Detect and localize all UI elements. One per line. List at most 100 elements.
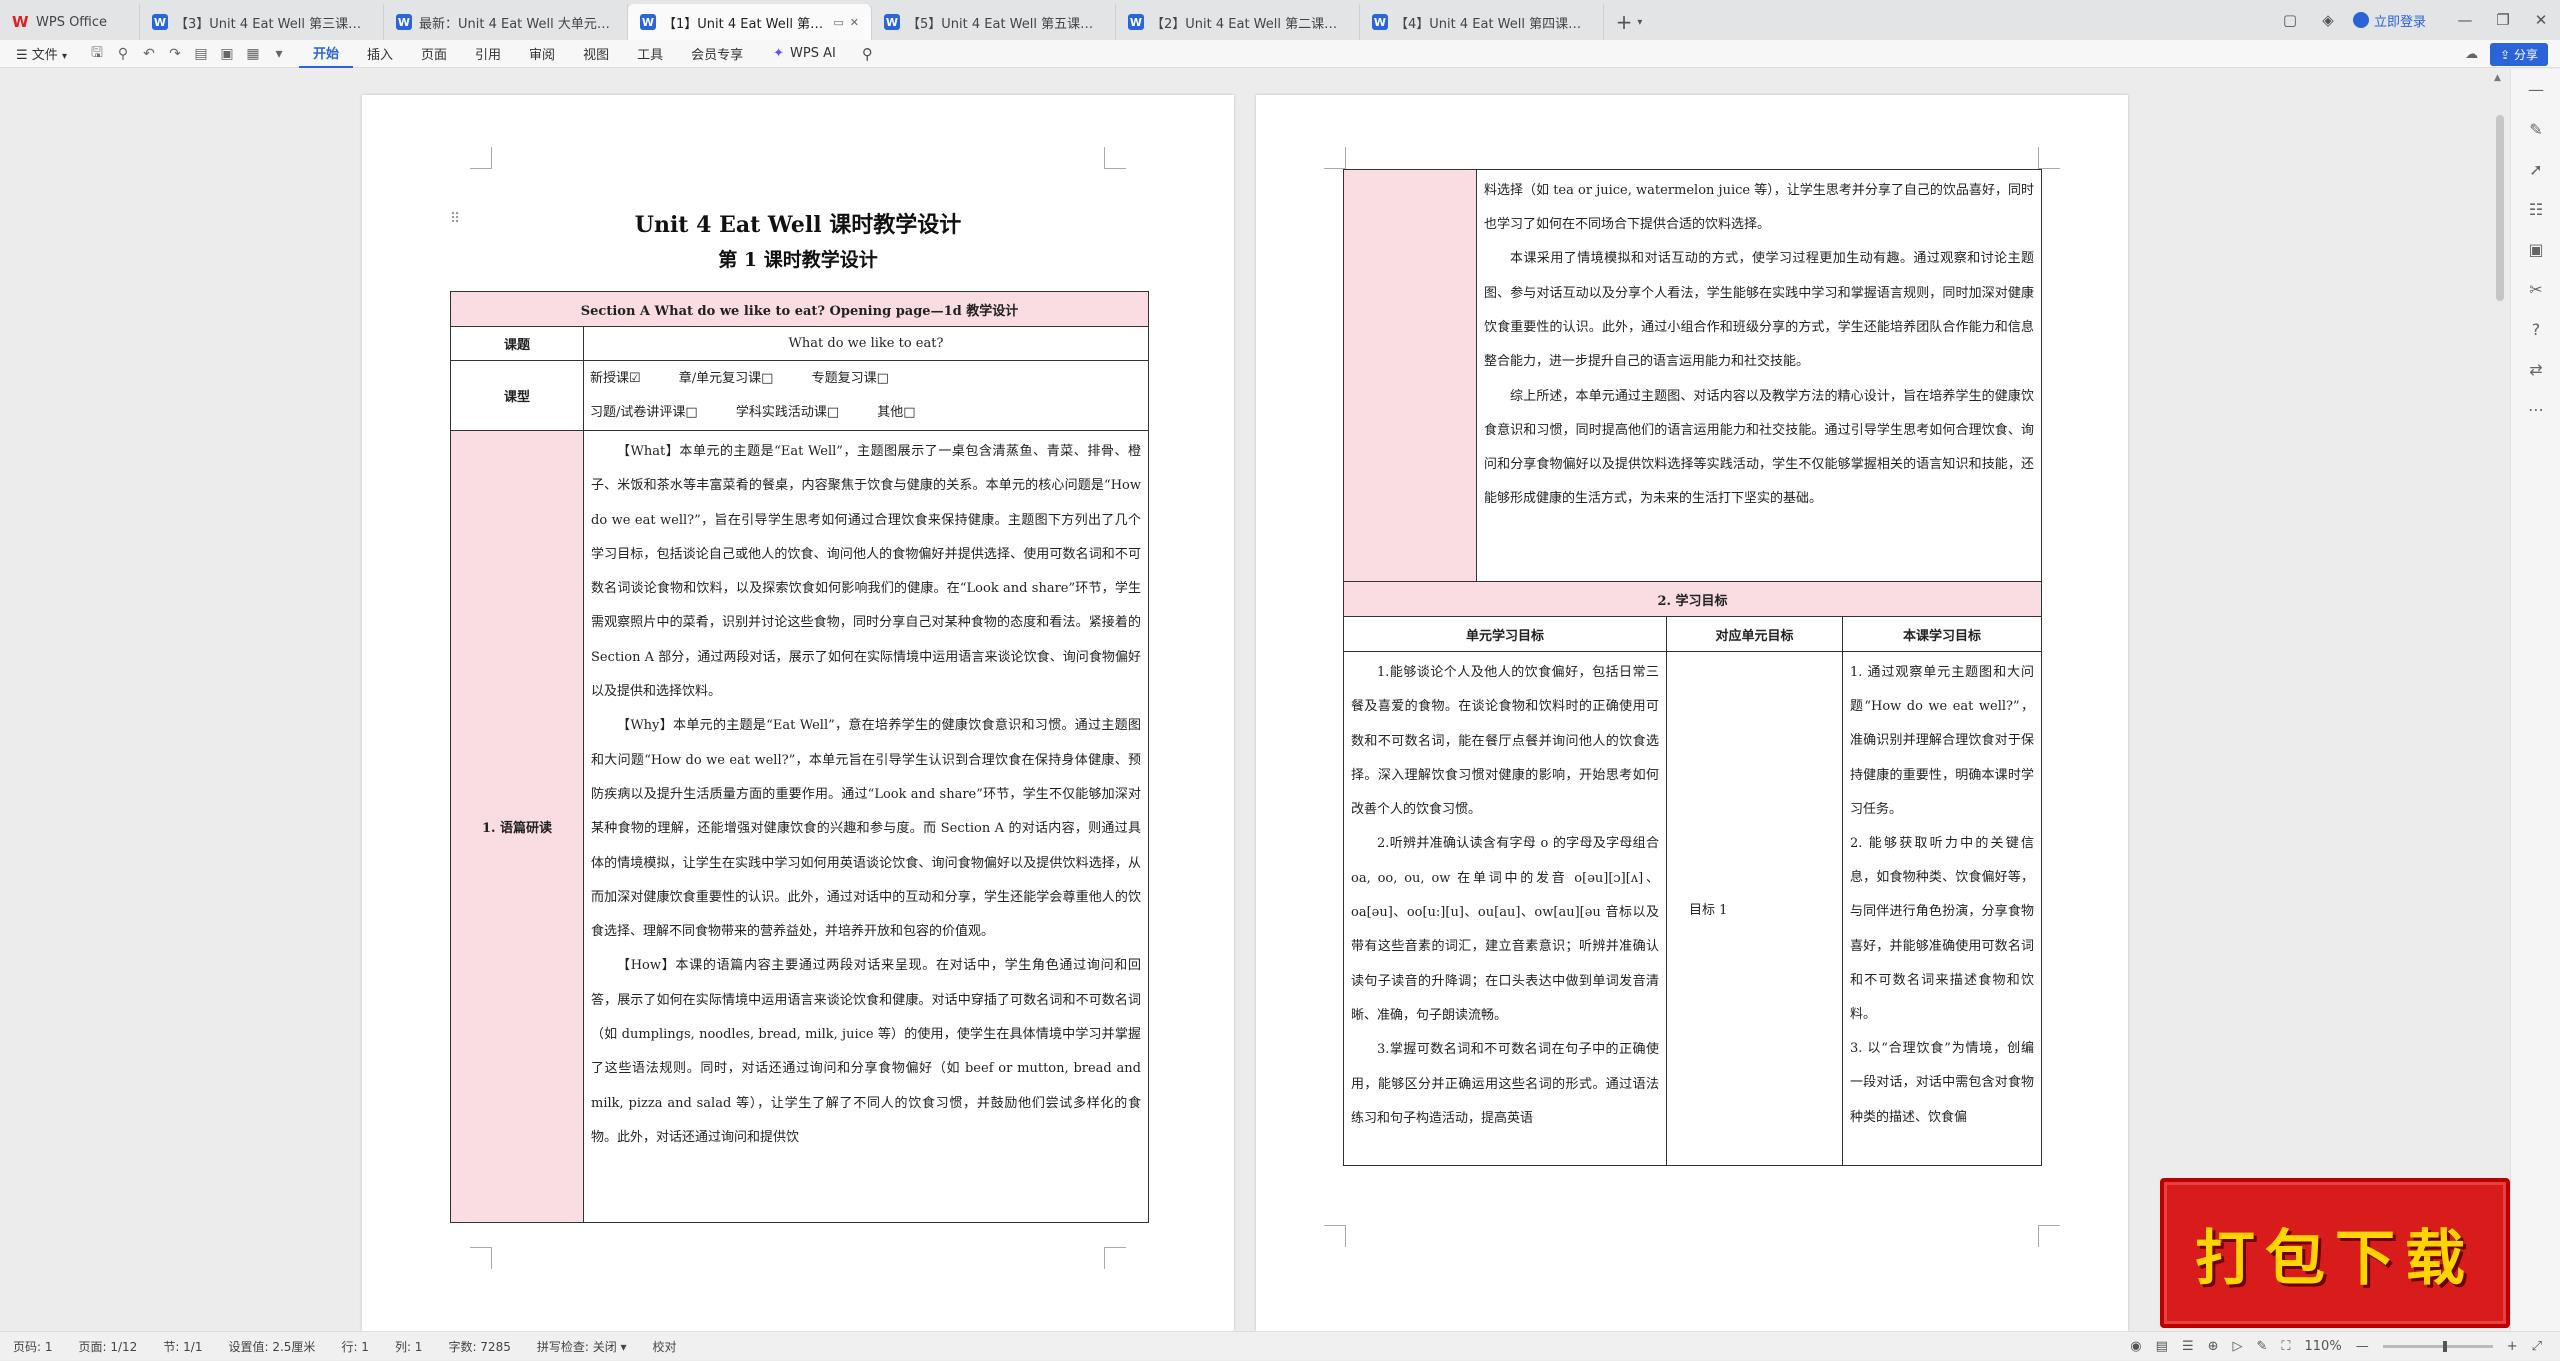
analysis-clip: 料选择（如 tea or juice, watermelon juice 等），… bbox=[1484, 174, 2034, 574]
plus-icon: + bbox=[1615, 10, 1633, 34]
login-label: 立即登录 bbox=[2373, 14, 2426, 30]
tab-document[interactable]: W 【5】Unit 4 Eat Well 第五课时（Se bbox=[872, 4, 1116, 40]
select-cursor-icon[interactable]: ➚ bbox=[2511, 149, 2560, 189]
zoom-level[interactable]: 110% bbox=[2305, 1339, 2342, 1354]
chevron-down-icon: ▾ bbox=[61, 51, 67, 62]
status-page-number[interactable]: 页码: 1 bbox=[0, 1338, 66, 1355]
menu-view[interactable]: 视图 bbox=[569, 40, 623, 68]
view-controls: ◉ ▤ ☰ ⊕ ▷ ✎ ⛶ 110% — + ⤢ bbox=[2130, 1332, 2560, 1361]
tab-document[interactable]: W 【2】Unit 4 Eat Well 第二课时（Se bbox=[1116, 4, 1360, 40]
unit-goal: 1.能够谈论个人及他人的饮食偏好，包括日常三餐及喜爱的食物。在谈论食物和饮料时的… bbox=[1351, 665, 1659, 818]
pdf-export-icon[interactable]: ▣ bbox=[217, 46, 237, 62]
more-options-icon[interactable]: ⋯ bbox=[2511, 389, 2560, 429]
status-row: 行: 1 bbox=[341, 1339, 369, 1354]
cloud-sync-icon[interactable]: ☁ bbox=[2465, 47, 2478, 62]
share-button[interactable]: ⇪ 分享 bbox=[2490, 42, 2548, 66]
tab-document[interactable]: W 【3】Unit 4 Eat Well 第三课时（Gra bbox=[140, 4, 384, 40]
scroll-up-icon[interactable]: ▲ bbox=[2494, 73, 2501, 83]
collapse-icon[interactable]: — bbox=[2511, 69, 2560, 109]
tools-icon[interactable]: ✂ bbox=[2511, 269, 2560, 309]
vertical-scrollbar[interactable]: ▲ ▼ bbox=[2490, 69, 2510, 1331]
tab-wps-home[interactable]: W WPS Office bbox=[0, 4, 140, 40]
menu-member[interactable]: 会员专享 bbox=[677, 40, 757, 68]
type-option[interactable]: 其他□ bbox=[877, 396, 915, 430]
type-option[interactable]: 新授课☑ bbox=[590, 362, 641, 396]
expand-icon[interactable]: ⤢ bbox=[2532, 1339, 2542, 1354]
pen-mode-icon[interactable]: ✎ bbox=[2257, 1339, 2268, 1354]
col-header-mapped-goal: 对应单元目标 bbox=[1666, 616, 1843, 652]
menu-page[interactable]: 页面 bbox=[407, 40, 461, 68]
menu-reference[interactable]: 引用 bbox=[461, 40, 515, 68]
undo-icon[interactable]: ↶ bbox=[139, 46, 159, 62]
more-icon[interactable]: ▾ bbox=[269, 46, 289, 62]
document-page-1[interactable]: ⠿ Unit 4 Eat Well 课时教学设计 第 1 课时教学设计 Sect… bbox=[362, 95, 1234, 1331]
status-section[interactable]: 节: 1/1 bbox=[150, 1338, 215, 1355]
find-icon[interactable]: ⚲ bbox=[113, 46, 133, 62]
wps-ai-button[interactable]: ✦ WPS AI bbox=[757, 46, 852, 61]
cube-icon[interactable]: ◈ bbox=[2309, 0, 2347, 40]
play-icon[interactable]: ▷ bbox=[2233, 1339, 2243, 1354]
print-preview-icon[interactable]: ▤ bbox=[191, 46, 211, 62]
menu-tools[interactable]: 工具 bbox=[623, 40, 677, 68]
pen-icon[interactable]: ✎ bbox=[2511, 109, 2560, 149]
search-icon[interactable]: ⚲ bbox=[852, 45, 883, 63]
page-view-icon[interactable]: ▤ bbox=[2156, 1339, 2168, 1354]
tab-window-icon[interactable]: ▭ bbox=[833, 16, 843, 29]
login-button[interactable]: 立即登录 bbox=[2347, 11, 2446, 30]
window-controls: ▢ ◈ 立即登录 — ❐ ✕ bbox=[2271, 0, 2560, 40]
download-pack-label: 打包下载 bbox=[2195, 1223, 2475, 1294]
save-icon[interactable]: 🖫 bbox=[87, 42, 107, 66]
redo-icon[interactable]: ↷ bbox=[165, 46, 185, 62]
menu-insert[interactable]: 插入 bbox=[353, 40, 407, 68]
zoom-in-icon[interactable]: + bbox=[2507, 1339, 2518, 1354]
margin-marker bbox=[1104, 147, 1126, 169]
status-spell-check[interactable]: 拼写检查: 关闭 ▾ bbox=[524, 1338, 640, 1355]
zoom-slider-knob[interactable] bbox=[2443, 1341, 2448, 1352]
status-word-count[interactable]: 字数: 7285 bbox=[435, 1338, 523, 1355]
unit-goal: 3.掌握可数名词和不可数名词在句子中的正确使用，能够区分并正确运用这些名词的形式… bbox=[1351, 1042, 1659, 1126]
analysis-label-continued bbox=[1343, 169, 1477, 582]
right-tool-rail: — ✎ ➚ ☷ ▣ ✂ ? ⇄ ⋯ bbox=[2510, 69, 2560, 1331]
lesson-table-continued: 料选择（如 tea or juice, watermelon juice 等），… bbox=[1343, 169, 2042, 1166]
add-tab-button[interactable]: + ▾ bbox=[1604, 4, 1654, 40]
minimize-icon[interactable]: — bbox=[2446, 0, 2484, 40]
chevron-down-icon[interactable]: ▾ bbox=[1637, 17, 1642, 28]
zoom-out-icon[interactable]: — bbox=[2356, 1339, 2369, 1354]
tab-document-active[interactable]: W 【1】Unit 4 Eat Well 第一课 ▭ ✕ bbox=[628, 4, 872, 40]
status-pages[interactable]: 页面: 1/12 bbox=[66, 1338, 151, 1355]
file-menu[interactable]: ☰ 文件 ▾ bbox=[0, 44, 77, 63]
help-icon[interactable]: ? bbox=[2511, 309, 2560, 349]
restore-panel-icon[interactable]: ▢ bbox=[2271, 0, 2309, 40]
close-window-icon[interactable]: ✕ bbox=[2522, 0, 2560, 40]
analysis-paragraph-why: 【Why】本单元的主题是“Eat Well”，意在培养学生的健康饮食意识和习惯。… bbox=[591, 718, 1141, 940]
document-page-2[interactable]: 料选择（如 tea or juice, watermelon juice 等），… bbox=[1256, 95, 2128, 1331]
fit-icon[interactable]: ⛶ bbox=[2281, 1339, 2290, 1354]
document-workspace[interactable]: ⠿ Unit 4 Eat Well 课时教学设计 第 1 课时教学设计 Sect… bbox=[0, 69, 2510, 1331]
scrollbar-thumb[interactable] bbox=[2496, 115, 2504, 301]
outline-view-icon[interactable]: ☰ bbox=[2182, 1339, 2194, 1354]
eye-protect-icon[interactable]: ◉ bbox=[2130, 1339, 2141, 1354]
download-pack-banner[interactable]: 打包下载 bbox=[2160, 1178, 2510, 1328]
type-option[interactable]: 学科实践活动课□ bbox=[736, 396, 839, 430]
menu-review[interactable]: 审阅 bbox=[515, 40, 569, 68]
menu-home[interactable]: 开始 bbox=[298, 40, 353, 68]
type-option[interactable]: 专题复习课□ bbox=[812, 362, 889, 396]
type-option[interactable]: 习题/试卷讲评课□ bbox=[590, 396, 698, 430]
status-proof[interactable]: 校对 bbox=[640, 1338, 690, 1355]
adjust-icon[interactable]: ☷ bbox=[2511, 189, 2560, 229]
topic-value: What do we like to eat? bbox=[583, 326, 1149, 361]
tab-document[interactable]: W 【4】Unit 4 Eat Well 第四课时（Se bbox=[1360, 4, 1604, 40]
close-icon[interactable]: ✕ bbox=[850, 16, 859, 29]
word-doc-icon: W bbox=[396, 14, 412, 30]
translate-icon[interactable]: ⇄ bbox=[2511, 349, 2560, 389]
maximize-icon[interactable]: ❐ bbox=[2484, 0, 2522, 40]
web-view-icon[interactable]: ⊕ bbox=[2208, 1339, 2219, 1354]
zoom-slider[interactable] bbox=[2382, 1341, 2493, 1352]
status-setting[interactable]: 设置值: 2.5厘米 bbox=[215, 1338, 328, 1355]
tab-document[interactable]: W 最新：Unit 4 Eat Well 大单元整体设 bbox=[384, 4, 628, 40]
type-option[interactable]: 章/单元复习课□ bbox=[679, 362, 774, 396]
word-doc-icon: W bbox=[152, 14, 168, 30]
image-edit-icon[interactable]: ▣ bbox=[2511, 229, 2560, 269]
format-painter-icon[interactable]: ▦ bbox=[243, 46, 263, 62]
tab-label: 【5】Unit 4 Eat Well 第五课时（Se bbox=[907, 16, 1103, 32]
